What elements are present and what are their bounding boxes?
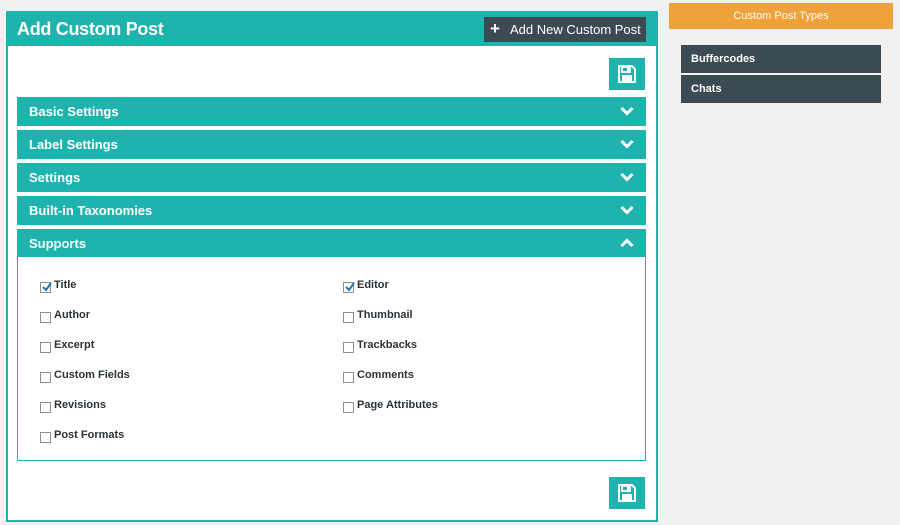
checkbox[interactable] xyxy=(343,372,354,383)
checkbox[interactable] xyxy=(40,432,51,443)
checkbox-label: Excerpt xyxy=(54,339,95,351)
supports-panel: Title Editor Author Thumbnail Excerpt Tr… xyxy=(17,257,646,461)
sidebar-item-buffercodes[interactable]: Buffercodes xyxy=(681,45,881,73)
checkbox[interactable] xyxy=(40,402,51,413)
checkmark-icon xyxy=(345,282,355,292)
checkbox[interactable] xyxy=(343,402,354,413)
checkbox-label: Editor xyxy=(357,279,389,291)
accordion-label: Basic Settings xyxy=(29,104,119,119)
sidebar-item-label: Buffercodes xyxy=(691,53,756,65)
save-button-top[interactable] xyxy=(609,58,645,90)
accordion-basic-settings[interactable]: Basic Settings xyxy=(17,97,646,126)
checkbox-label: Trackbacks xyxy=(357,339,417,351)
chevron-down-icon xyxy=(620,205,634,215)
checkbox-label: Custom Fields xyxy=(54,369,130,381)
checkbox-label: Author xyxy=(54,309,91,321)
accordion-supports[interactable]: Supports xyxy=(17,229,646,258)
chevron-down-icon xyxy=(620,106,634,116)
panel-header: Add Custom Post + Add New Custom Post xyxy=(8,13,656,46)
custom-post-types-header: Custom Post Types xyxy=(669,3,893,29)
checkbox-label: Comments xyxy=(357,369,414,381)
sidebar-item-label: Chats xyxy=(691,83,722,95)
checkbox[interactable] xyxy=(40,342,51,353)
accordion-label: Supports xyxy=(29,236,87,251)
accordion-settings[interactable]: Settings xyxy=(17,163,646,192)
checkbox[interactable] xyxy=(40,372,51,383)
accordion-label: Label Settings xyxy=(29,137,118,152)
checkbox[interactable] xyxy=(40,282,52,293)
add-new-label: Add New Custom Post xyxy=(510,22,641,37)
plus-icon: + xyxy=(490,19,500,38)
checkbox[interactable] xyxy=(343,342,354,353)
chevron-down-icon xyxy=(620,172,634,182)
checkbox-label: Post Formats xyxy=(54,429,125,441)
chevron-down-icon xyxy=(620,139,634,149)
checkbox-label: Page Attributes xyxy=(357,399,438,411)
save-button-bottom[interactable] xyxy=(609,477,645,509)
checkbox-label: Thumbnail xyxy=(357,309,413,321)
checkbox-label: Revisions xyxy=(54,399,106,411)
add-custom-post-panel: Add Custom Post + Add New Custom Post Ba… xyxy=(6,11,658,522)
checkmark-icon xyxy=(42,282,52,292)
accordion-label: Built-in Taxonomies xyxy=(29,203,153,218)
page-title: Add Custom Post xyxy=(17,19,164,39)
checkbox[interactable] xyxy=(343,312,354,323)
accordion-label: Settings xyxy=(29,170,81,185)
chevron-up-icon xyxy=(620,238,634,248)
accordion-label-settings[interactable]: Label Settings xyxy=(17,130,646,159)
accordion-built-in-taxonomies[interactable]: Built-in Taxonomies xyxy=(17,196,646,225)
save-icon xyxy=(618,65,636,83)
add-new-custom-post-button[interactable]: + Add New Custom Post xyxy=(484,17,646,42)
checkbox-label: Title xyxy=(54,279,77,291)
checkbox[interactable] xyxy=(343,282,355,293)
sidebar-item-chats[interactable]: Chats xyxy=(681,75,881,103)
save-icon xyxy=(618,484,636,502)
checkbox[interactable] xyxy=(40,312,51,323)
